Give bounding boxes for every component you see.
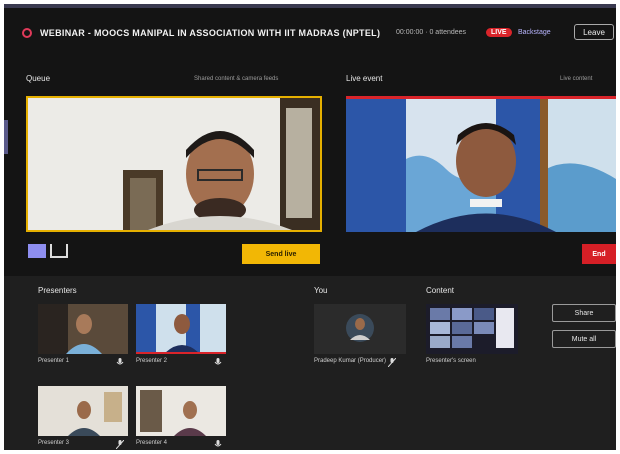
event-title: WEBINAR - MOOCS MANIPAL IN ASSOCIATION W… [40,28,381,38]
content-label: Content [426,286,455,295]
presenter-1-name: Presenter 1 [38,358,70,364]
live-presenter-video [346,99,616,232]
presenter-4-video [136,386,226,436]
share-button[interactable]: Share [552,304,616,322]
participants-panel: Presenters You Content Presenter 1 Prese… [4,276,616,450]
you-name: Pradeep Kumar (Producer) [314,358,387,364]
live-badge: LIVE [486,28,512,37]
mic-icon[interactable] [214,358,222,367]
queue-video-preview[interactable] [26,96,322,232]
live-video-preview[interactable] [346,96,616,232]
window-top-bar [4,4,616,8]
presenter-3-name: Presenter 3 [38,440,70,446]
leave-button[interactable]: Leave [574,24,614,40]
queue-presenter-video [28,98,320,230]
side-tab-handle[interactable] [4,120,8,154]
live-event-meta: Live content [560,76,593,82]
mute-all-button[interactable]: Mute all [552,330,616,348]
send-live-button[interactable]: Send live [242,244,320,264]
queue-label: Queue [26,74,51,83]
presenter-thumb-4[interactable] [136,386,226,436]
presenter-2-name: Presenter 2 [136,358,168,364]
backstage-link[interactable]: Backstage [518,29,551,36]
presenter-4-name: Presenter 4 [136,440,168,446]
mic-off-icon[interactable] [388,358,396,367]
layout-single-button[interactable] [28,244,46,258]
content-thumb[interactable] [426,304,518,354]
presenters-label: Presenters [38,286,77,295]
queue-meta: Shared content & camera feeds [194,76,279,82]
end-event-button[interactable]: End [582,244,616,264]
producer-window: WEBINAR - MOOCS MANIPAL IN ASSOCIATION W… [4,4,616,450]
mic-icon[interactable] [116,358,124,367]
shared-screen-preview [426,304,518,354]
presenter-thumb-2[interactable] [136,304,226,354]
event-meta: 00:00:00 · 0 attendees [396,29,467,36]
presenter-3-video [38,386,128,436]
presenter-thumb-1[interactable] [38,304,128,354]
you-thumb[interactable] [314,304,406,354]
presenter-1-video [38,304,128,354]
layout-split-button[interactable] [50,244,68,258]
you-label: You [314,286,328,295]
presenter-thumb-3[interactable] [38,386,128,436]
you-avatar-video [314,304,406,354]
live-dot-icon [22,28,32,38]
content-name: Presenter's screen [426,358,476,364]
live-event-label: Live event [346,74,383,83]
mic-icon[interactable] [214,440,222,449]
event-header: WEBINAR - MOOCS MANIPAL IN ASSOCIATION W… [4,22,616,46]
presenter-2-video [136,304,226,352]
mic-off-icon[interactable] [116,440,124,449]
